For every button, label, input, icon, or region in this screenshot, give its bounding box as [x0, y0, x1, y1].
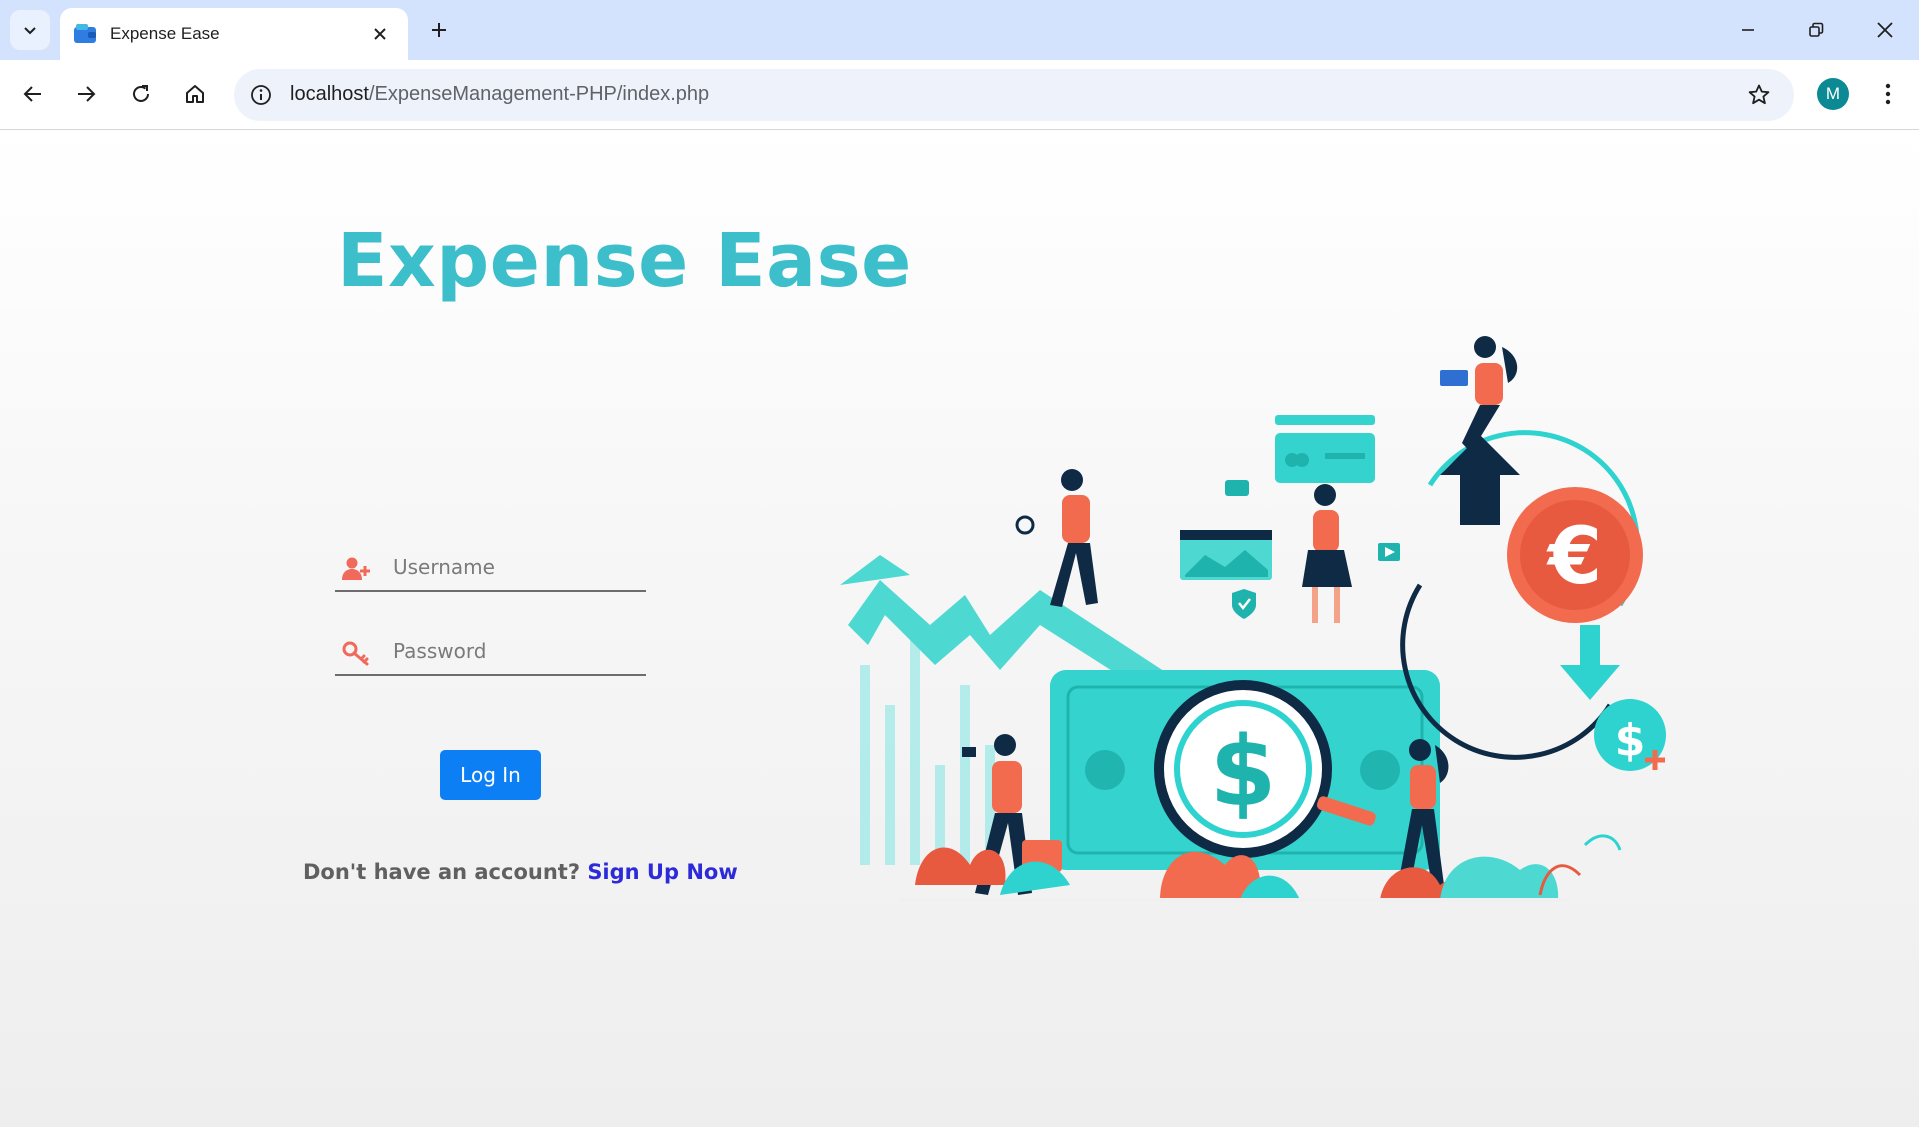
- reload-icon: [133, 85, 149, 102]
- browser-tab-strip: Expense Ease: [0, 0, 1919, 60]
- browser-toolbar: localhost/ExpenseManagement-PHP/index.ph…: [0, 60, 1919, 130]
- url-text[interactable]: localhost/ExpenseManagement-PHP/index.ph…: [290, 83, 709, 106]
- new-tab-button[interactable]: [421, 12, 457, 48]
- tab-search-button[interactable]: [10, 10, 50, 50]
- address-bar[interactable]: localhost/ExpenseManagement-PHP/index.ph…: [234, 69, 1794, 121]
- site-info-button[interactable]: [246, 80, 276, 110]
- close-icon: [1877, 22, 1893, 38]
- user-plus-icon: [342, 557, 370, 580]
- restore-button[interactable]: [1792, 10, 1840, 50]
- bookmark-button[interactable]: [1744, 80, 1774, 110]
- password-input[interactable]: [393, 636, 641, 666]
- dollar-clock-graphic: $: [1594, 699, 1666, 771]
- arrow-left-icon: [23, 86, 41, 102]
- finance-illustration: $ € $: [840, 336, 1666, 902]
- credit-card-graphic: [1275, 415, 1375, 483]
- svg-text:$: $: [1615, 715, 1646, 766]
- close-icon: [374, 28, 386, 40]
- login-button[interactable]: Log In: [440, 750, 541, 800]
- reload-button[interactable]: [121, 74, 161, 114]
- signup-prompt-text: Don't have an account?: [303, 860, 580, 884]
- home-button[interactable]: [175, 74, 215, 114]
- url-host: localhost: [290, 83, 369, 105]
- signup-link[interactable]: Sign Up Now: [587, 860, 737, 884]
- browser-menu-button[interactable]: [1870, 74, 1906, 114]
- minimize-icon: [1742, 29, 1754, 31]
- key-icon: [342, 641, 369, 666]
- username-input[interactable]: [393, 552, 641, 582]
- username-field: [335, 546, 646, 592]
- page-content: Expense Ease Log In Don't have an accoun…: [0, 130, 1919, 1127]
- chevron-down-icon: [24, 27, 36, 35]
- svg-text:$: $: [1210, 716, 1277, 828]
- signup-prompt: Don't have an account? Sign Up Now: [303, 860, 738, 884]
- info-icon: [251, 85, 271, 105]
- star-icon: [1748, 84, 1770, 105]
- close-window-button[interactable]: [1861, 10, 1909, 50]
- home-icon: [186, 85, 204, 103]
- more-vertical-icon: [1885, 83, 1891, 105]
- forward-button[interactable]: [66, 74, 106, 114]
- svg-text:€: €: [1546, 512, 1602, 602]
- back-button[interactable]: [13, 74, 53, 114]
- arrow-right-icon: [78, 86, 96, 102]
- wallet-favicon-icon: [74, 24, 96, 43]
- profile-avatar[interactable]: M: [1817, 78, 1849, 110]
- page-title: Expense Ease: [337, 218, 912, 304]
- url-path: /ExpenseManagement-PHP/index.php: [368, 83, 710, 105]
- restore-icon: [1809, 22, 1824, 37]
- plus-icon: [432, 23, 446, 37]
- tab-close-button[interactable]: [366, 20, 394, 48]
- tab-title: Expense Ease: [110, 24, 220, 43]
- minimize-button[interactable]: [1724, 10, 1772, 50]
- browser-tab[interactable]: Expense Ease: [60, 8, 408, 60]
- password-field: [335, 630, 646, 676]
